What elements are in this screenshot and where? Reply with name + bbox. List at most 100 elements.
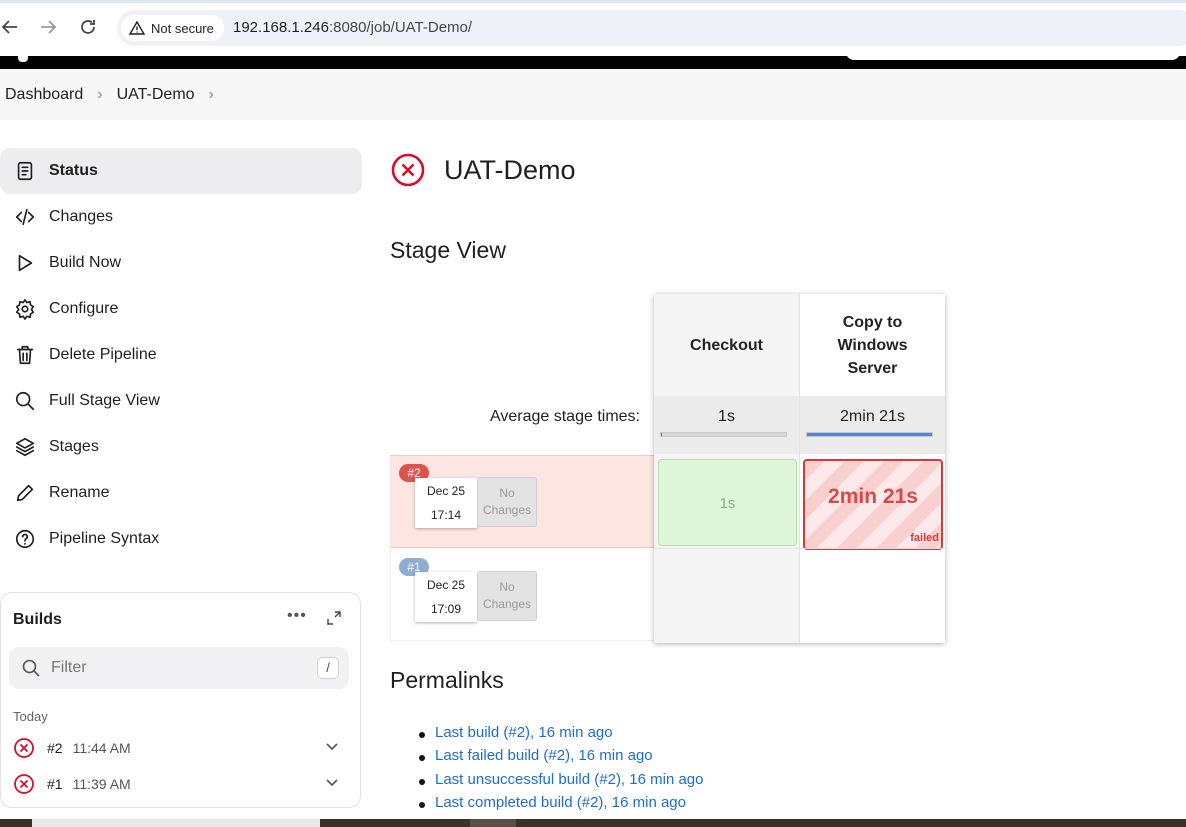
pencil-icon — [13, 481, 37, 505]
sidebar-item-rename[interactable]: Rename — [0, 470, 362, 516]
run-date-card[interactable]: Dec 25 17:14 — [415, 478, 477, 528]
breadcrumb: Dashboard › UAT-Demo › — [0, 69, 1186, 120]
sidebar-item-label: Rename — [49, 484, 110, 501]
list-item: Last completed build (#2), 16 min ago — [418, 794, 703, 817]
list-item: Last unsuccessful build (#2), 16 min ago — [418, 771, 703, 794]
sidebar-item-stages[interactable]: Stages — [0, 424, 362, 470]
browser-toolbar: Not secure 192.168.1.246:8080/job/UAT-De… — [0, 0, 1186, 56]
sidebar-item-label: Configure — [49, 300, 119, 317]
sidebar-item-label: Full Stage View — [49, 392, 160, 409]
stage-header: Checkout — [654, 294, 799, 396]
permalink-last-failed-build[interactable]: Last failed build (#2), 16 min ago — [435, 747, 653, 764]
failed-status-icon — [14, 738, 34, 758]
failed-status-icon — [14, 774, 34, 794]
build-group-label: Today — [13, 709, 48, 724]
row-divider — [654, 548, 945, 549]
taskbar-window — [32, 819, 320, 827]
filter-input[interactable] — [51, 659, 301, 677]
build-time: 11:39 AM — [72, 776, 131, 792]
security-label: Not secure — [151, 20, 214, 36]
avg-time-cell: 1s — [654, 396, 799, 454]
permalink-last-unsuccessful-build[interactable]: Last unsuccessful build (#2), 16 min ago — [435, 771, 703, 788]
build-row-2[interactable]: #2 11:44 AM — [13, 733, 343, 763]
chevron-down-icon[interactable] — [325, 776, 339, 790]
breadcrumb-dashboard[interactable]: Dashboard — [5, 86, 83, 104]
permalinks-title: Permalinks — [390, 667, 504, 693]
stage-columns: Checkout Copy to Windows Server 1s 2min … — [654, 294, 945, 643]
sidebar-item-label: Stages — [49, 438, 99, 455]
chevron-right-icon[interactable]: › — [97, 86, 102, 104]
permalink-last-build[interactable]: Last build (#2), 16 min ago — [435, 724, 613, 741]
list-item: Last build (#2), 16 min ago — [418, 724, 703, 747]
builds-filter[interactable]: / — [9, 647, 349, 689]
avg-time-bar — [806, 432, 933, 437]
sidebar-item-label: Build Now — [49, 254, 122, 271]
list-item: Last failed build (#2), 16 min ago — [418, 747, 703, 770]
run-date-card[interactable]: Dec 25 17:09 — [415, 572, 477, 622]
stage-cell-success[interactable]: 1s — [658, 459, 797, 546]
stage-cell[interactable]: 1s — [654, 455, 799, 549]
stage-duration: 2min 21s — [828, 485, 918, 508]
sidebar-item-changes[interactable]: Changes — [0, 194, 362, 240]
avg-time: 1s — [718, 408, 735, 425]
sidebar-item-label: Changes — [49, 208, 114, 225]
code-icon — [13, 205, 37, 229]
sidebar-item-build-now[interactable]: Build Now — [0, 240, 362, 286]
shortcut-key-hint: / — [317, 657, 339, 679]
taskbar-window — [470, 819, 516, 827]
document-icon — [13, 159, 37, 183]
header-search[interactable] — [846, 52, 1180, 60]
reload-icon[interactable] — [78, 18, 98, 38]
forward-icon[interactable] — [38, 18, 58, 38]
builds-title: Builds — [13, 611, 62, 628]
avg-time: 2min 21s — [840, 408, 905, 425]
expand-icon[interactable] — [326, 610, 342, 626]
avg-time-bar-fill — [661, 433, 663, 436]
stage-cell-failed[interactable]: 2min 21s failed — [803, 459, 943, 550]
stage-failed-label: failed — [910, 532, 939, 544]
run-time: 17:09 — [430, 602, 462, 616]
sidebar: Status Changes Build Now Configure Delet… — [0, 148, 362, 562]
changes-box: No Changes — [477, 571, 537, 621]
run-date: Dec 25 — [426, 484, 466, 498]
sidebar-item-pipeline-syntax[interactable]: Pipeline Syntax — [0, 516, 362, 562]
sidebar-item-configure[interactable]: Configure — [0, 286, 362, 332]
search-icon — [13, 389, 37, 413]
gear-icon — [13, 297, 37, 321]
build-row-1[interactable]: #1 11:39 AM — [13, 769, 343, 799]
build-number[interactable]: #2 — [47, 740, 63, 756]
layers-icon — [13, 435, 37, 459]
more-options-icon[interactable]: ••• — [287, 607, 307, 625]
tab-strip-edge — [0, 0, 1186, 3]
stage-view-title: Stage View — [390, 237, 506, 263]
breadcrumb-job[interactable]: UAT-Demo — [117, 86, 195, 104]
jenkins-logo[interactable] — [18, 56, 28, 62]
page-title: UAT-Demo — [444, 154, 576, 185]
avg-stage-times-label: Average stage times: — [489, 408, 640, 425]
warning-icon — [129, 20, 145, 35]
stage-cell[interactable]: 2min 21s failed — [800, 455, 945, 550]
build-number[interactable]: #1 — [47, 776, 63, 792]
sidebar-item-delete-pipeline[interactable]: Delete Pipeline — [0, 332, 362, 378]
sidebar-item-status[interactable]: Status — [0, 148, 362, 194]
run-time: 17:14 — [430, 508, 462, 522]
sidebar-item-label: Status — [49, 162, 98, 179]
address-bar[interactable]: Not secure 192.168.1.246:8080/job/UAT-De… — [117, 10, 1186, 46]
avg-time-cell: 2min 21s — [800, 396, 945, 454]
chevron-down-icon[interactable] — [325, 740, 339, 754]
search-icon — [22, 659, 40, 677]
chevron-right-icon[interactable]: › — [209, 86, 214, 104]
sidebar-item-label: Pipeline Syntax — [49, 530, 160, 547]
taskbar-edge — [0, 819, 1186, 827]
permalink-last-completed-build[interactable]: Last completed build (#2), 16 min ago — [435, 794, 686, 811]
help-icon — [13, 527, 37, 551]
sidebar-item-full-stage-view[interactable]: Full Stage View — [0, 378, 362, 424]
avg-time-bar-fill — [807, 433, 932, 436]
trash-icon — [13, 343, 37, 367]
jenkins-header — [0, 52, 1186, 69]
sidebar-item-label: Delete Pipeline — [49, 346, 157, 363]
url-text[interactable]: 192.168.1.246:8080/job/UAT-Demo/ — [233, 19, 472, 36]
back-icon[interactable] — [0, 18, 20, 38]
job-header: UAT-Demo — [390, 152, 576, 188]
security-chip[interactable]: Not secure — [121, 15, 224, 41]
